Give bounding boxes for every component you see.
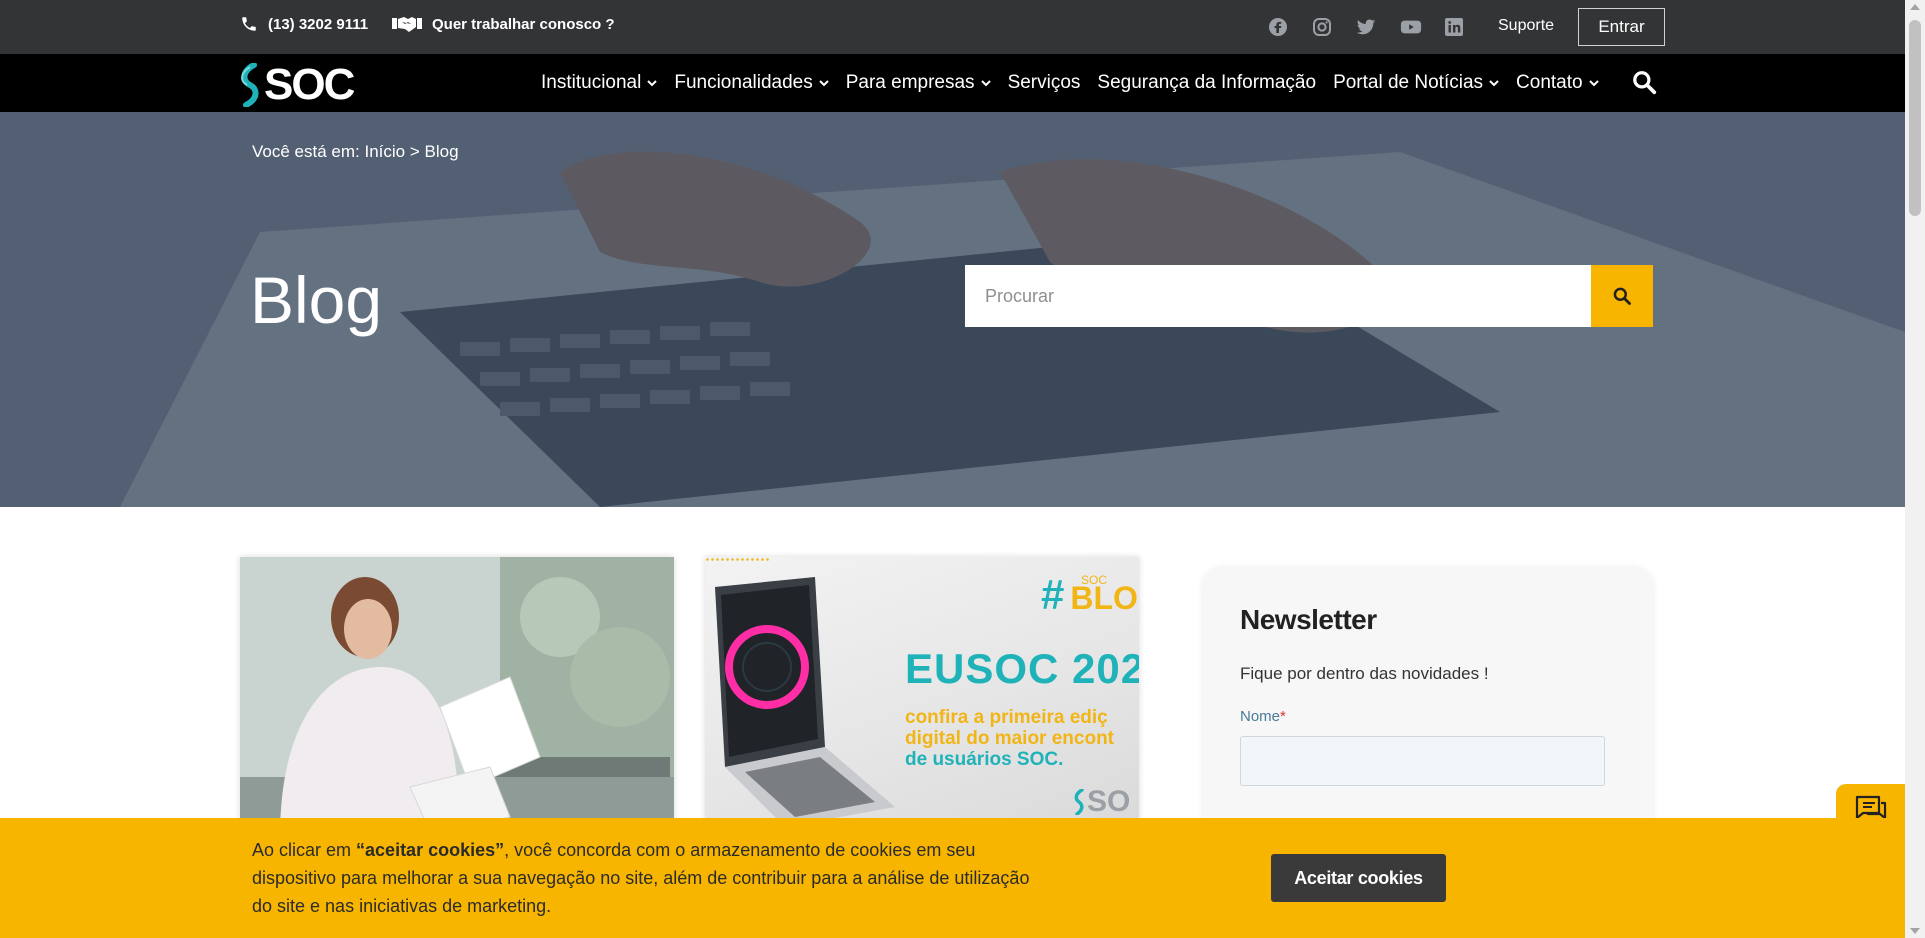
required-mark: * bbox=[1280, 708, 1286, 725]
nav-item-label: Segurança da Informação bbox=[1097, 72, 1317, 93]
nav-item-para-empresas[interactable]: Para empresas bbox=[846, 72, 991, 94]
nav-item-label: Portal de Notícias bbox=[1333, 72, 1484, 93]
chevron-down-icon bbox=[819, 80, 829, 87]
hero-banner: Você está em: Início > Blog Blog bbox=[0, 112, 1905, 507]
primary-nav: Institucional Funcionalidades Para empresa… bbox=[541, 54, 1599, 112]
page-scrollbar[interactable] bbox=[1905, 0, 1925, 938]
youtube-icon[interactable] bbox=[1400, 17, 1422, 37]
nav-item-seguranca-da-informacao[interactable]: Segurança da Informação bbox=[1097, 72, 1316, 94]
cookie-text-bold: “aceitar cookies” bbox=[356, 840, 505, 860]
cookie-consent-bar: Ao clicar em “aceitar cookies”, você con… bbox=[0, 818, 1905, 938]
soc-logo-mark bbox=[241, 63, 259, 107]
login-button[interactable]: Entrar bbox=[1578, 8, 1665, 46]
nav-item-label: Institucional bbox=[541, 72, 642, 93]
cookie-text-before: Ao clicar em bbox=[252, 840, 357, 860]
scroll-up-arrow-icon[interactable] bbox=[1910, 4, 1920, 10]
phone-number: (13) 3202 9111 bbox=[268, 15, 369, 33]
main-navbar: SOC Institucional Funcionalidades Para emp… bbox=[0, 54, 1905, 112]
card-subheadline: confira a primeira ediç digital do maior… bbox=[905, 707, 1114, 770]
nav-item-label: Funcionalidades bbox=[674, 72, 813, 93]
woman-reading-documents-photo bbox=[240, 557, 674, 837]
support-link[interactable]: Suporte bbox=[1498, 17, 1554, 35]
tag-hash: # bbox=[1041, 571, 1065, 618]
laptop-icon bbox=[715, 577, 895, 827]
accept-cookies-button[interactable]: Aceitar cookies bbox=[1271, 854, 1446, 902]
name-label-text: Nome bbox=[1240, 708, 1281, 725]
nav-item-funcionalidades[interactable]: Funcionalidades bbox=[674, 72, 829, 94]
phone-icon bbox=[242, 17, 256, 31]
top-bar: (13) 3202 9111 Quer trabalhar conosco ? … bbox=[0, 0, 1905, 54]
work-with-us-link[interactable]: Quer trabalhar conosco ? bbox=[392, 15, 615, 33]
nav-item-label: Para empresas bbox=[845, 72, 975, 93]
nav-search-icon[interactable] bbox=[1631, 69, 1657, 95]
decorative-dots bbox=[705, 557, 769, 563]
nav-item-contato[interactable]: Contato bbox=[1516, 72, 1599, 94]
search-icon bbox=[1613, 287, 1631, 305]
work-with-us-label: Quer trabalhar conosco ? bbox=[432, 15, 615, 33]
breadcrumb: Você está em: Início > Blog bbox=[252, 142, 459, 162]
nav-item-label: Contato bbox=[1516, 72, 1583, 93]
card-logo: SO bbox=[1073, 785, 1130, 819]
card-logo-text: SO bbox=[1087, 785, 1131, 818]
tag-small: SOC bbox=[1081, 573, 1108, 587]
card-sub-line-3: de usuários SOC. bbox=[905, 749, 1064, 770]
card-headline: EUSOC 202 bbox=[905, 645, 1139, 692]
blog-search-input[interactable] bbox=[965, 265, 1591, 327]
blog-search bbox=[965, 265, 1653, 327]
page-title: Blog bbox=[250, 263, 383, 337]
social-links bbox=[1268, 17, 1464, 37]
phone-link[interactable]: (13) 3202 9111 bbox=[240, 15, 368, 33]
handshake-icon bbox=[392, 17, 422, 32]
newsletter-title: Newsletter bbox=[1240, 604, 1377, 635]
twitter-icon[interactable] bbox=[1356, 17, 1376, 37]
card-sub-line-1: confira a primeira ediç bbox=[905, 707, 1108, 728]
instagram-icon[interactable] bbox=[1312, 17, 1332, 37]
chevron-down-icon bbox=[1588, 80, 1599, 87]
soc-blog-tag: # SOC BLO bbox=[1041, 571, 1138, 619]
breadcrumb-prefix: Você está em: bbox=[252, 142, 360, 161]
scroll-down-arrow-icon[interactable] bbox=[1910, 928, 1920, 934]
scrollbar-thumb[interactable] bbox=[1909, 20, 1921, 216]
nav-item-label: Serviços bbox=[1007, 72, 1081, 93]
breadcrumb-home[interactable]: Início bbox=[364, 142, 405, 161]
soc-logo[interactable]: SOC bbox=[238, 60, 355, 110]
newsletter-tagline: Fique por dentro das novidades ! bbox=[1240, 664, 1489, 683]
breadcrumb-separator: > bbox=[409, 142, 420, 161]
card-sub-line-2: digital do maior encont bbox=[905, 728, 1115, 749]
chevron-down-icon bbox=[1489, 80, 1499, 87]
facebook-icon[interactable] bbox=[1268, 17, 1288, 37]
chevron-down-icon bbox=[980, 80, 991, 87]
name-input[interactable] bbox=[1240, 736, 1605, 786]
card-logo-mark bbox=[1074, 789, 1084, 815]
linkedin-icon[interactable] bbox=[1444, 17, 1464, 37]
blog-search-button[interactable] bbox=[1591, 265, 1653, 327]
chevron-down-icon bbox=[647, 80, 658, 87]
name-field-label: Nome* bbox=[1240, 708, 1286, 725]
nav-item-portal-de-noticias[interactable]: Portal de Notícias bbox=[1333, 72, 1499, 94]
nav-item-institucional[interactable]: Institucional bbox=[541, 72, 658, 94]
cookie-text: Ao clicar em “aceitar cookies”, você con… bbox=[252, 836, 1032, 920]
nav-item-servicos[interactable]: Serviços bbox=[1008, 72, 1081, 94]
blog-card-1[interactable] bbox=[240, 557, 674, 837]
logo-wordmark: SOC bbox=[264, 60, 355, 109]
breadcrumb-current: Blog bbox=[424, 142, 459, 161]
blog-card-2[interactable]: # SOC BLO EUSOC 202 confira a primeira e… bbox=[705, 557, 1139, 837]
